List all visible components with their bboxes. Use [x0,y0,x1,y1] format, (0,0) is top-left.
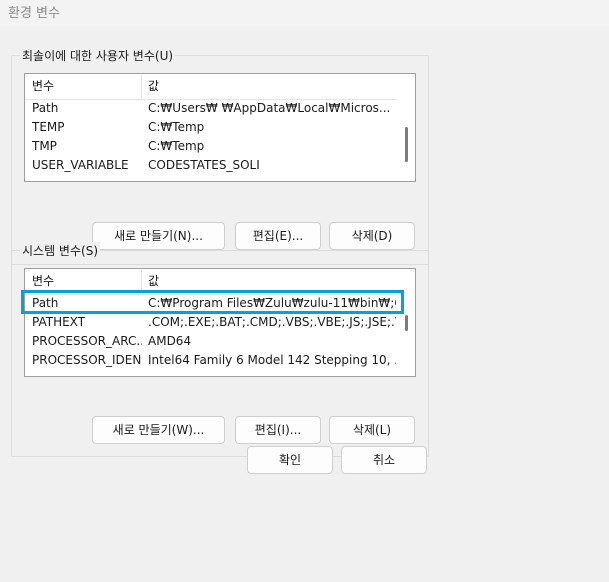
vertical-scrollbar[interactable] [397,74,415,181]
column-header-value[interactable]: 값 [148,78,159,95]
system-variables-label: 시스템 변수(S) [20,242,100,259]
variable-value: C:₩Temp [148,120,205,134]
variable-name: PATHEXT [32,315,86,329]
scrollbar-thumb[interactable] [405,315,408,331]
variable-name: PROCESSOR_IDEN... [32,353,142,367]
variable-value: C:₩Temp [148,139,205,153]
table-row[interactable]: TEMP C:₩Temp [25,118,397,137]
variable-name: USER_VARIABLE [32,158,129,172]
path-row-highlight [21,290,404,314]
user-variables-list[interactable]: 변수 값 Path C:₩Users₩ ₩AppData₩Local₩Micro… [24,73,416,182]
user-variables-label: 최솔이에 대한 사용자 변수(U) [20,47,176,64]
edit-system-variable-button[interactable]: 편집(I)... [235,416,321,444]
column-header-variable[interactable]: 변수 [32,273,54,290]
delete-user-variable-button[interactable]: 삭제(D) [329,222,415,250]
variable-value: .COM;.EXE;.BAT;.CMD;.VBS;.VBE;.JS;.JSE;.… [148,315,396,329]
vertical-scrollbar[interactable] [397,269,415,376]
variable-value: Intel64 Family 6 Model 142 Stepping 10, … [148,353,396,367]
variable-name: Path [32,101,59,115]
table-row[interactable]: TMP C:₩Temp [25,137,397,156]
column-header-value[interactable]: 값 [148,273,159,290]
table-row[interactable]: Path C:₩Users₩ ₩AppData₩Local₩Micros... [25,99,397,118]
table-row[interactable]: PROCESSOR_IDEN... Intel64 Family 6 Model… [25,351,397,370]
variable-name: TMP [32,139,57,153]
column-divider[interactable] [141,75,142,98]
delete-system-variable-button[interactable]: 삭제(L) [329,416,415,444]
user-variables-group: 최솔이에 대한 사용자 변수(U) 변수 값 Path C:₩Users₩ ₩A… [11,47,429,265]
cancel-button[interactable]: 취소 [341,446,427,474]
scrollbar-thumb[interactable] [405,127,408,162]
variable-value: C:₩Users₩ ₩AppData₩Local₩Micros... [148,101,391,115]
table-row[interactable]: USER_VARIABLE CODESTATES_SOLI [25,156,397,175]
variable-value: CODESTATES_SOLI [148,158,260,172]
edit-user-variable-button[interactable]: 편집(E)... [235,222,321,250]
system-variables-group: 시스템 변수(S) 변수 값 Path C:₩Program Files₩Zul… [11,242,429,457]
new-system-variable-button[interactable]: 새로 만들기(W)... [92,416,225,444]
ok-button[interactable]: 확인 [247,446,333,474]
variable-name: TEMP [32,120,65,134]
variable-value: AMD64 [148,334,192,348]
title-bar: 환경 변수 [0,0,609,26]
new-user-variable-button[interactable]: 새로 만들기(N)... [92,222,225,250]
window-title: 환경 변수 [8,6,60,21]
system-variables-list[interactable]: 변수 값 Path C:₩Program Files₩Zulu₩zulu-11₩… [24,268,416,377]
table-row[interactable]: PATHEXT .COM;.EXE;.BAT;.CMD;.VBS;.VBE;.J… [25,313,397,332]
variable-name: PROCESSOR_ARC... [32,334,142,348]
list-header: 변수 값 [25,74,397,100]
table-row[interactable]: PROCESSOR_ARC... AMD64 [25,332,397,351]
column-header-variable[interactable]: 변수 [32,78,54,95]
